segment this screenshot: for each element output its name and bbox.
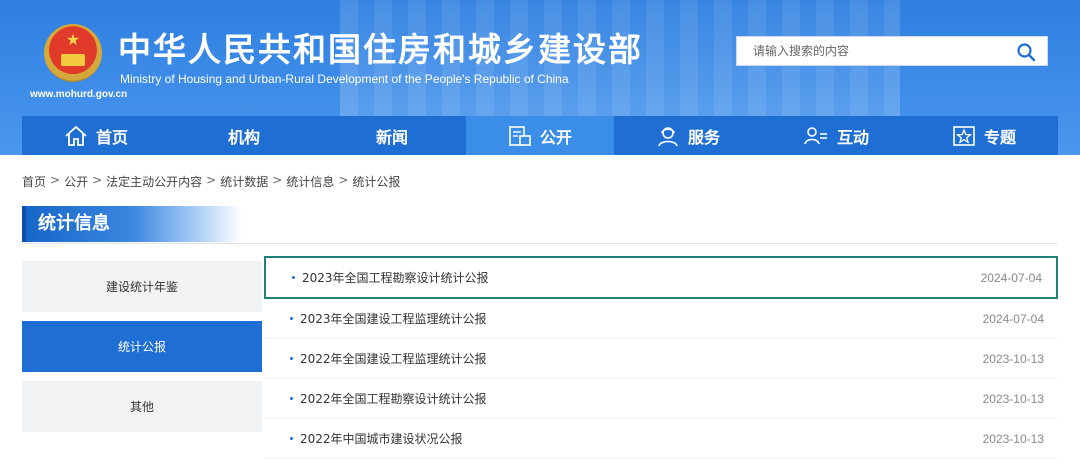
list-item-date: 2023-10-13: [982, 351, 1044, 366]
list-item-title[interactable]: 2022年中国城市建设状况公报: [300, 430, 463, 447]
nav-label: 机构: [227, 127, 260, 147]
home-icon: [65, 125, 87, 146]
list-item-date: 2024-07-04: [982, 311, 1044, 326]
sidebar-item-yearbook[interactable]: 建设统计年鉴: [22, 261, 262, 312]
breadcrumb-statistical-bulletin[interactable]: 统计公报: [352, 173, 400, 190]
service-icon: [658, 126, 678, 146]
bullet-icon: [290, 356, 293, 360]
interaction-icon: [804, 126, 827, 144]
nav-topics[interactable]: 专题: [910, 116, 1058, 155]
list-item-title[interactable]: 2022年全国工程勘察设计统计公报: [300, 390, 487, 407]
site-title-cn[interactable]: 中华人民共和国住房和城乡建设部: [118, 30, 643, 70]
national-emblem-logo[interactable]: ★: [44, 24, 102, 82]
list-item[interactable]: 2022年全国工程勘察设计统计公报 2023-10-13: [264, 379, 1058, 419]
list-item[interactable]: 2022年全国建设工程监理统计公报 2023-10-13: [264, 339, 1058, 379]
list-item-title[interactable]: 2023年全国工程勘察设计统计公报: [302, 269, 489, 286]
list-item-date: 2023-10-13: [982, 391, 1044, 406]
bullet-icon: [290, 436, 293, 440]
nav-label: 首页: [95, 127, 128, 147]
nav-label: 互动: [836, 127, 869, 147]
list-item[interactable]: 2023年全国建设工程监理统计公报 2024-07-04: [264, 299, 1058, 339]
breadcrumb-statistical-data[interactable]: 统计数据: [220, 173, 268, 190]
sidebar-item-other[interactable]: 其他: [22, 381, 262, 432]
document-icon: [509, 125, 531, 146]
search-box: [736, 36, 1048, 66]
nav-label: 服务: [687, 127, 720, 147]
list-item[interactable]: 2023年全国工程勘察设计统计公报 2024-07-04: [264, 256, 1058, 299]
search-icon: [1017, 43, 1036, 62]
nav-news[interactable]: 新闻: [318, 116, 466, 155]
breadcrumb-statutory-disclosure[interactable]: 法定主动公开内容: [106, 173, 202, 190]
breadcrumb-separator: >: [338, 173, 349, 187]
nav-label: 新闻: [375, 127, 408, 147]
section-header: 统计信息: [22, 206, 1058, 244]
list-item-date: 2024-07-04: [980, 270, 1042, 285]
star-icon: [953, 125, 975, 146]
list-item-title[interactable]: 2022年全国建设工程监理统计公报: [300, 350, 487, 367]
list-item-date: 2023-10-13: [982, 431, 1044, 446]
breadcrumb-separator: >: [206, 173, 217, 187]
sidebar-item-label: 其他: [129, 400, 154, 414]
nav-label: 公开: [539, 127, 572, 147]
sidebar-item-bulletin[interactable]: 统计公报: [22, 321, 262, 372]
breadcrumb: 首页 > 公开 > 法定主动公开内容 > 统计数据 > 统计信息 > 统计公报: [22, 173, 400, 190]
breadcrumb-separator: >: [92, 173, 103, 187]
nav-home[interactable]: 首页: [22, 116, 170, 155]
bullet-icon: [290, 396, 293, 400]
nav-service[interactable]: 服务: [614, 116, 762, 155]
bullet-icon: [290, 316, 293, 320]
main-nav: 首页 机构 新闻 公开 服务 互动 专题: [22, 116, 1058, 155]
nav-interaction[interactable]: 互动: [762, 116, 910, 155]
search-button[interactable]: [1015, 41, 1037, 63]
breadcrumb-home[interactable]: 首页: [22, 173, 46, 190]
sidebar: 建设统计年鉴 统计公报 其他: [22, 261, 262, 441]
list-item[interactable]: 2022年中国城市建设状况公报 2023-10-13: [264, 419, 1058, 459]
bullet-icon: [292, 275, 295, 279]
search-input[interactable]: [737, 37, 1007, 65]
nav-public[interactable]: 公开: [466, 116, 614, 155]
sidebar-item-label: 建设统计年鉴: [105, 280, 178, 294]
breadcrumb-separator: >: [272, 173, 283, 187]
bulletin-list: 2023年全国工程勘察设计统计公报 2024-07-04 2023年全国建设工程…: [264, 256, 1058, 459]
site-url: www.mohurd.gov.cn: [30, 89, 128, 100]
site-title-en: Ministry of Housing and Urban-Rural Deve…: [120, 72, 569, 86]
section-title: 统计信息: [22, 206, 242, 242]
sidebar-item-label: 统计公报: [117, 340, 166, 354]
breadcrumb-separator: >: [50, 173, 61, 187]
list-item-title[interactable]: 2023年全国建设工程监理统计公报: [300, 310, 487, 327]
breadcrumb-statistical-info[interactable]: 统计信息: [286, 173, 334, 190]
breadcrumb-public[interactable]: 公开: [64, 173, 88, 190]
nav-organization[interactable]: 机构: [170, 116, 318, 155]
nav-label: 专题: [983, 127, 1016, 147]
